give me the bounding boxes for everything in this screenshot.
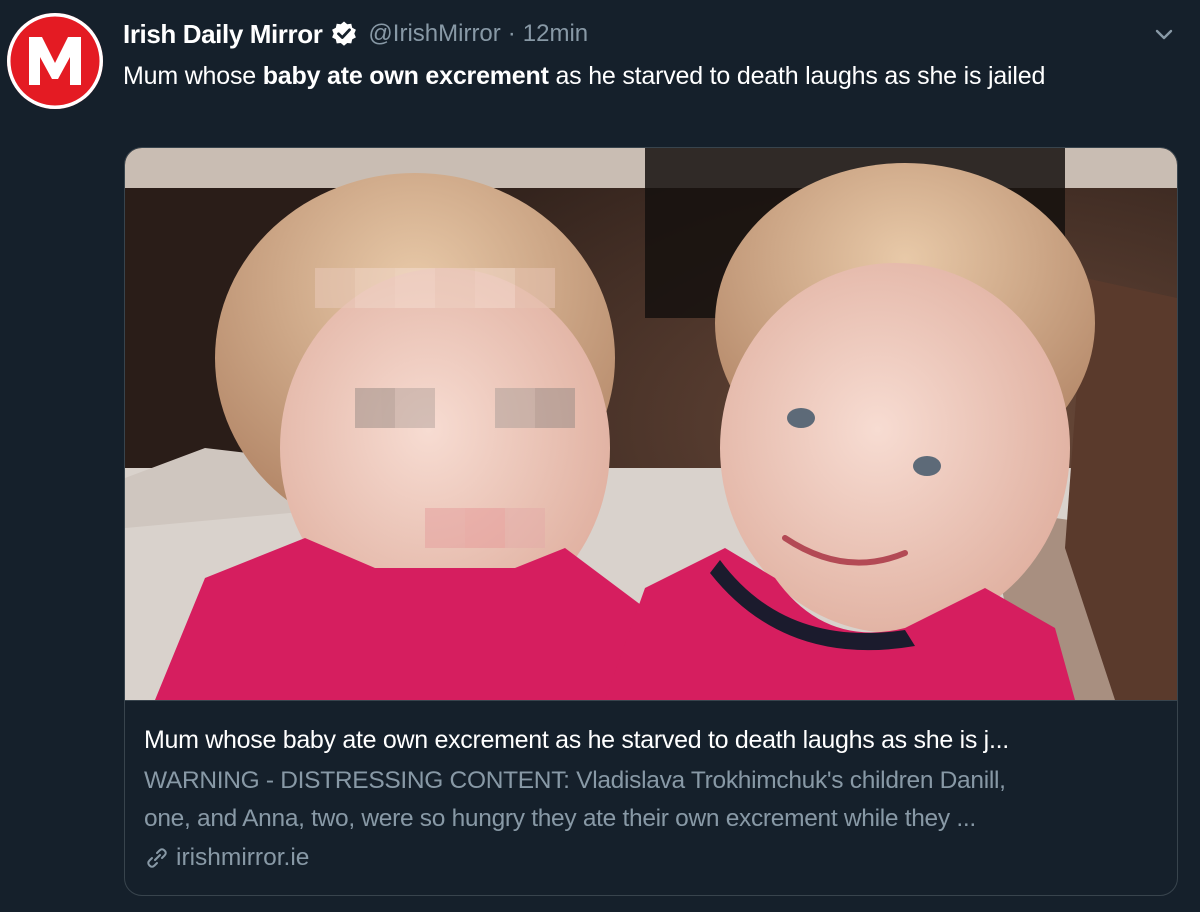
card-image[interactable] bbox=[125, 148, 1177, 700]
card-domain[interactable]: irishmirror.ie bbox=[144, 841, 309, 875]
verified-badge-icon bbox=[330, 20, 358, 48]
author-handle[interactable]: @IrishMirror bbox=[368, 20, 500, 48]
display-name[interactable]: Irish Daily Mirror bbox=[123, 19, 323, 50]
mirror-logo-icon bbox=[7, 13, 103, 109]
tweet-header: Irish Daily Mirror @IrishMirror · 12min bbox=[123, 16, 588, 52]
link-card[interactable]: Mum whose baby ate own excrement as he s… bbox=[124, 147, 1178, 896]
card-title[interactable]: Mum whose baby ate own excrement as he s… bbox=[144, 723, 1159, 757]
avatar[interactable] bbox=[7, 13, 103, 109]
card-description-line: WARNING - DISTRESSING CONTENT: Vladislav… bbox=[144, 767, 1006, 794]
photo-illustration bbox=[125, 148, 1177, 700]
tweet-text-start: Mum whose bbox=[123, 62, 263, 90]
timestamp[interactable]: 12min bbox=[523, 20, 588, 48]
separator-dot: · bbox=[507, 20, 516, 47]
card-description: WARNING - DISTRESSING CONTENT: Vladislav… bbox=[144, 762, 1154, 838]
tweet-text: Mum whose baby ate own excrement as he s… bbox=[123, 58, 1163, 94]
tweet-text-bold: baby ate own excrement bbox=[262, 62, 549, 90]
chevron-down-icon[interactable] bbox=[1150, 20, 1178, 48]
card-description-line: one, and Anna, two, were so hungry they … bbox=[144, 805, 976, 832]
card-body[interactable]: Mum whose baby ate own excrement as he s… bbox=[125, 700, 1177, 895]
link-icon bbox=[147, 848, 167, 868]
tweet-text-end: as he starved to death laughs as she is … bbox=[548, 62, 1046, 90]
tweet[interactable]: Irish Daily Mirror @IrishMirror · 12min … bbox=[0, 0, 1200, 912]
card-domain-text[interactable]: irishmirror.ie bbox=[176, 841, 309, 875]
